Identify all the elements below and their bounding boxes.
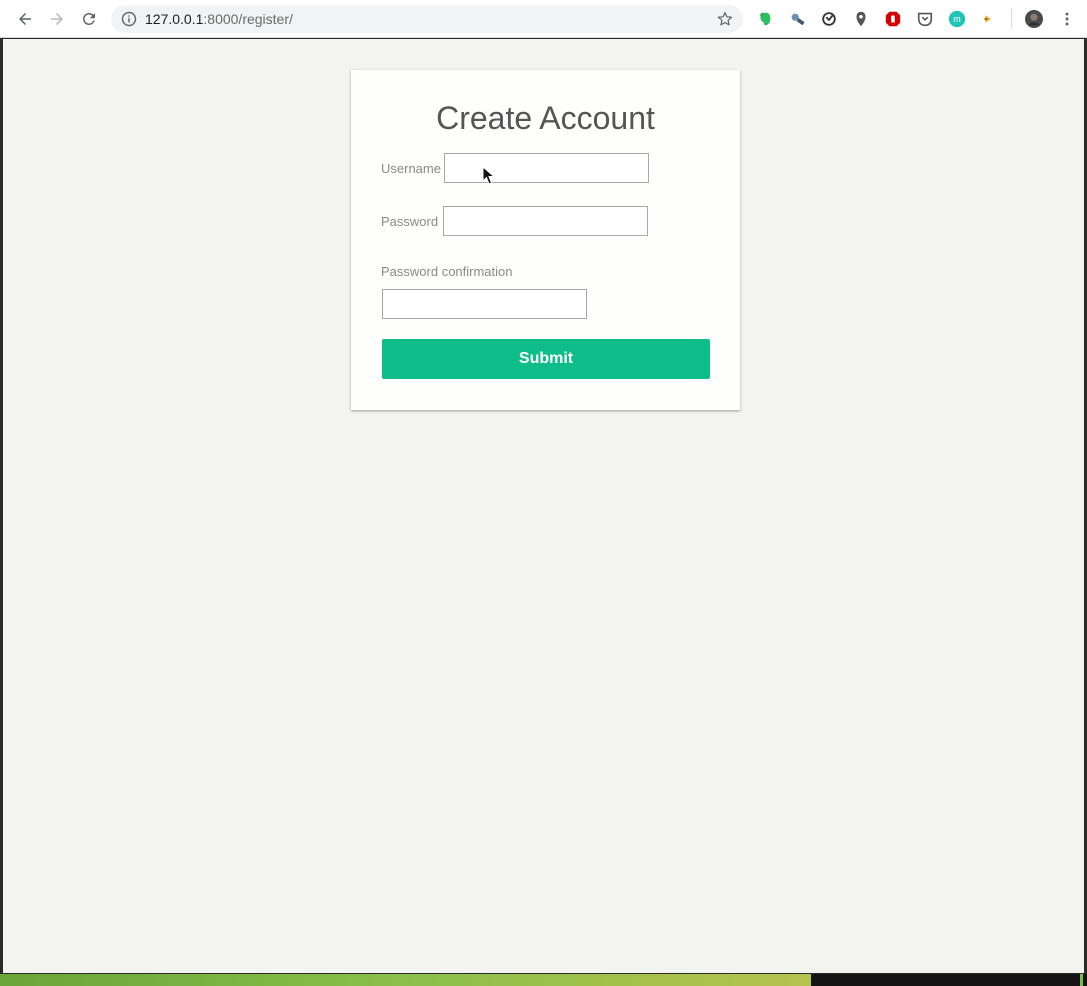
password-confirmation-label: Password confirmation [381, 264, 513, 279]
password-field[interactable] [443, 206, 648, 236]
tag-extension[interactable] [979, 9, 999, 29]
m-badge-text: m [953, 14, 961, 24]
register-form: Create Account Username Password Passwor… [351, 70, 740, 410]
page-viewport: Create Account Username Password Passwor… [3, 39, 1084, 973]
mouse-cursor-icon [482, 166, 496, 185]
password-label: Password [381, 214, 439, 229]
address-bar[interactable]: 127.0.0.1:8000/register/ [111, 5, 743, 33]
profile-button[interactable] [1024, 9, 1044, 29]
password-confirmation-field[interactable] [382, 289, 587, 319]
back-button[interactable] [13, 7, 37, 31]
browser-menu-button[interactable] [1057, 9, 1077, 29]
m-badge-icon: m [948, 10, 966, 28]
forward-arrow-icon [51, 13, 63, 25]
browser-toolbar: 127.0.0.1:8000/register/ m [0, 0, 1087, 38]
profile-avatar [1025, 10, 1043, 28]
tag-icon [984, 15, 991, 23]
desktop-panel-right [811, 974, 1087, 986]
pin-icon [856, 11, 866, 27]
more-vert-icon [1065, 12, 1069, 26]
username-label: Username [381, 161, 441, 176]
evernote-icon [759, 12, 771, 26]
submit-button[interactable]: Submit [382, 339, 710, 379]
adblock-extension[interactable] [883, 9, 903, 29]
sync-extension[interactable] [819, 9, 839, 29]
page-title: Create Account [436, 100, 655, 136]
bookmark-star-icon[interactable] [716, 10, 734, 28]
satellite-icon [791, 13, 805, 26]
info-icon[interactable] [121, 11, 137, 27]
sync-icon [822, 12, 836, 26]
back-arrow-icon [19, 13, 31, 25]
pocket-icon [917, 12, 933, 27]
forward-button[interactable] [45, 7, 69, 31]
url-host: 127.0.0.1 [145, 11, 204, 27]
toolbar-separator [1011, 9, 1012, 29]
m-extension[interactable]: m [947, 9, 967, 29]
reload-button[interactable] [77, 7, 101, 31]
stop-hand-icon [885, 11, 901, 27]
reload-icon [82, 12, 95, 25]
pocket-extension[interactable] [915, 9, 935, 29]
satellite-extension[interactable] [787, 9, 807, 29]
username-field[interactable] [444, 153, 649, 183]
url-text: 127.0.0.1:8000/register/ [145, 11, 293, 27]
location-extension[interactable] [851, 9, 871, 29]
desktop-panel-left [0, 974, 811, 986]
url-path: :8000/register/ [203, 11, 293, 27]
desktop-panel-indicator [1080, 974, 1083, 986]
evernote-extension[interactable] [755, 9, 775, 29]
